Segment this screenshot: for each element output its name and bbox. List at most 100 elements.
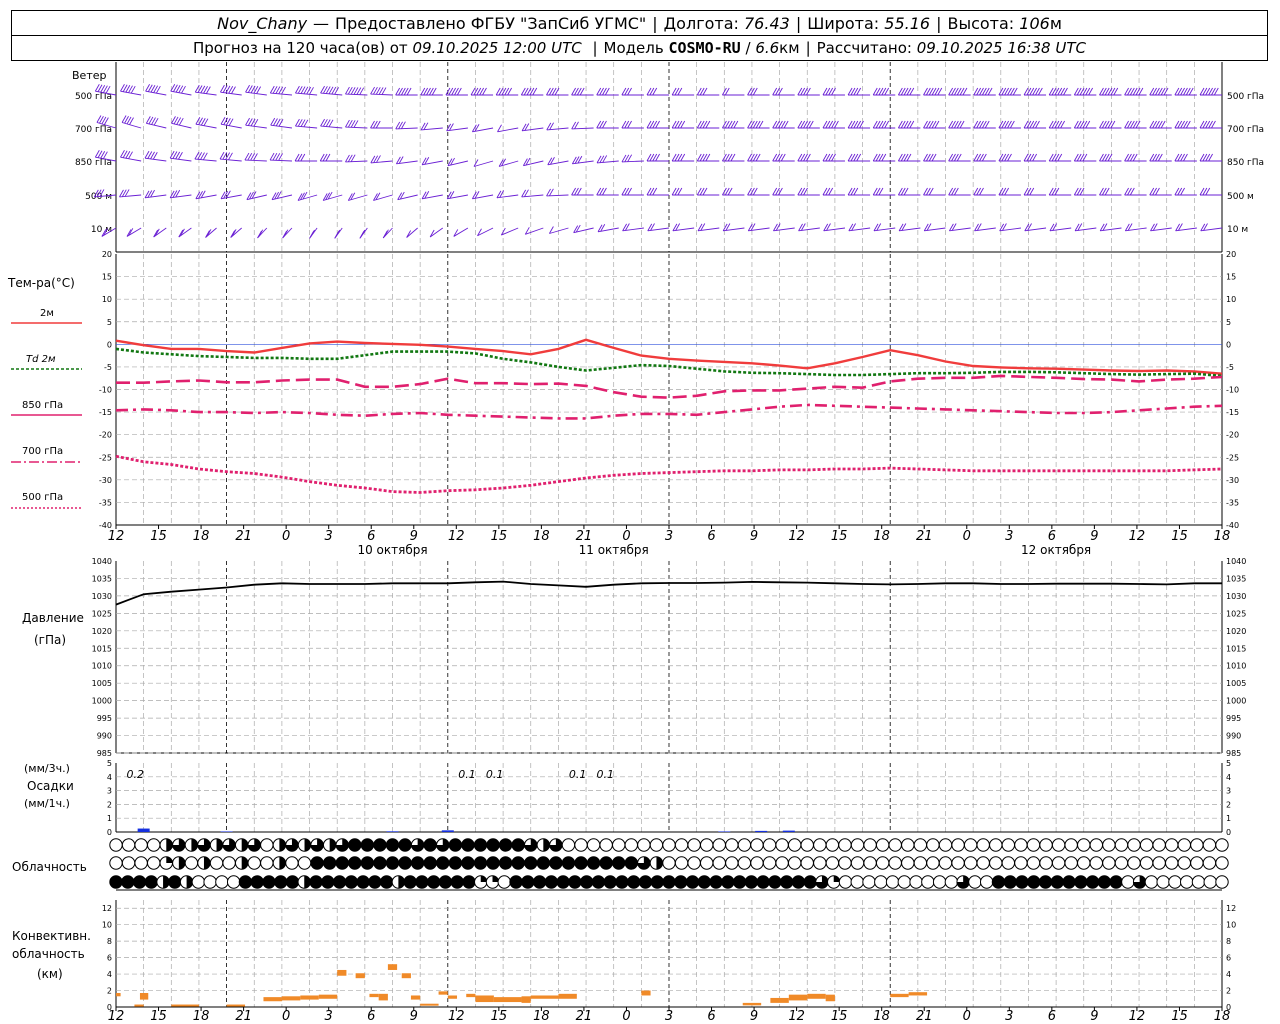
cloud-symbol	[436, 856, 450, 870]
cloud-circle	[297, 856, 312, 870]
cloud-circle	[627, 875, 641, 889]
cloud-circle	[109, 838, 123, 852]
cloud-symbol	[498, 856, 513, 870]
pressure-ytick-right: 1015	[1226, 644, 1246, 653]
cloud-half	[543, 838, 550, 852]
hour-label-bottom: 18	[873, 1009, 890, 1024]
wind-barb	[521, 189, 544, 198]
cloud-circle	[1156, 875, 1170, 889]
cloud-circle	[1014, 856, 1028, 870]
precip-bar	[755, 830, 768, 832]
hour-label-mid: 0	[963, 529, 971, 544]
precip-unit-3h: (мм/3ч.)	[24, 762, 70, 775]
cloud-circle	[1014, 838, 1028, 852]
wind-barb	[597, 224, 619, 233]
cloud-symbol	[436, 838, 450, 852]
wind-barb-feather	[360, 229, 366, 238]
hour-label-mid: 21	[576, 529, 593, 544]
cloud-circle	[579, 875, 594, 889]
pressure-ytick-right: 985	[1226, 749, 1241, 758]
pressure-ytick-left: 1010	[92, 662, 112, 671]
hour-label-mid: 15	[1171, 529, 1188, 544]
cloud-symbol	[838, 856, 852, 870]
cloud-symbol	[1152, 838, 1166, 852]
cloud-symbol	[322, 838, 337, 852]
cloud-symbol	[1152, 856, 1166, 870]
cloud-circle	[938, 838, 953, 852]
cloud-circle	[524, 856, 538, 870]
wind-barb	[671, 153, 695, 162]
temp-ytick-left: 15	[102, 273, 112, 282]
cloud-symbol	[762, 838, 777, 852]
cloud-symbol	[725, 856, 739, 870]
conv-bar	[493, 997, 522, 1003]
cloud-symbol	[624, 856, 638, 870]
cloud-symbol	[521, 875, 535, 889]
cloud-symbol	[885, 875, 900, 889]
cloud-symbol	[121, 875, 135, 889]
cloud-circle	[498, 856, 513, 870]
cloud-circle	[321, 875, 335, 889]
wind-barb	[429, 227, 444, 238]
cloud-circle	[662, 838, 676, 852]
wind-barb	[747, 120, 770, 129]
hour-label-mid: 0	[282, 529, 290, 544]
wind-barb-staff	[497, 127, 519, 133]
cloud-circle	[1051, 838, 1066, 852]
pressure-ytick-left: 1020	[92, 627, 112, 636]
wind-barb	[447, 157, 469, 167]
wind-barb	[747, 153, 770, 162]
cloud-symbol	[132, 875, 147, 889]
cloud-circle	[536, 856, 551, 870]
cloud-symbol	[379, 875, 394, 889]
cloud-symbol	[989, 856, 1003, 870]
cloud-symbol	[1074, 875, 1088, 889]
cloud-symbol	[536, 856, 551, 870]
temp-ytick-left: -25	[99, 453, 112, 462]
cloud-symbol	[574, 856, 588, 870]
cloud-circle	[1062, 875, 1076, 889]
wind-level-label-right: 500 гПа	[1227, 92, 1264, 102]
cloud-circle	[1127, 838, 1141, 852]
cloud-symbol	[1077, 838, 1091, 852]
cloud-circle	[238, 875, 253, 889]
hour-label-mid: 18	[1214, 529, 1231, 544]
cloud-symbol	[297, 838, 312, 852]
wind-barb	[772, 153, 795, 162]
wind-barb	[797, 120, 820, 129]
cloud-symbol	[1001, 856, 1016, 870]
cloud-symbol	[800, 856, 814, 870]
hour-label-bottom: 9	[410, 1009, 418, 1024]
cloud-circle	[373, 838, 387, 852]
cloud-symbol	[863, 856, 877, 870]
hour-label-mid: 21	[235, 529, 252, 544]
wind-barb	[973, 153, 996, 162]
pressure-ytick-right: 1020	[1226, 627, 1246, 636]
cloud-circle	[274, 875, 288, 889]
cloud-half	[216, 838, 223, 852]
cloud-circle	[403, 875, 417, 889]
cloud-symbol	[272, 838, 287, 852]
cloud-circle	[461, 838, 475, 852]
wind-barb	[453, 227, 469, 237]
wind-barb	[205, 227, 217, 238]
temp-ytick-left: 10	[102, 295, 112, 304]
wind-barb	[621, 120, 644, 129]
cloud-circle	[1114, 838, 1129, 852]
cloud-symbol	[398, 838, 412, 852]
temp-ytick-left: -20	[99, 431, 112, 440]
wind-barb	[295, 118, 318, 129]
cloud-symbol	[901, 838, 915, 852]
wind-barb	[521, 123, 544, 132]
cloud-symbol	[1064, 838, 1078, 852]
meteogram: Nov_Chany — Предоставлено ФГБУ "ЗапСиб У…	[0, 0, 1280, 1024]
cloud-symbol	[1102, 856, 1116, 870]
cloud-symbol	[485, 875, 500, 889]
hour-label-mid: 21	[916, 529, 933, 544]
cloud-symbol	[1050, 875, 1064, 889]
cloud-symbol	[1177, 838, 1191, 852]
cloud-symbol	[544, 875, 559, 889]
wind-barb	[974, 223, 996, 232]
wind-barb	[646, 120, 669, 129]
cloud-circle	[862, 875, 876, 889]
